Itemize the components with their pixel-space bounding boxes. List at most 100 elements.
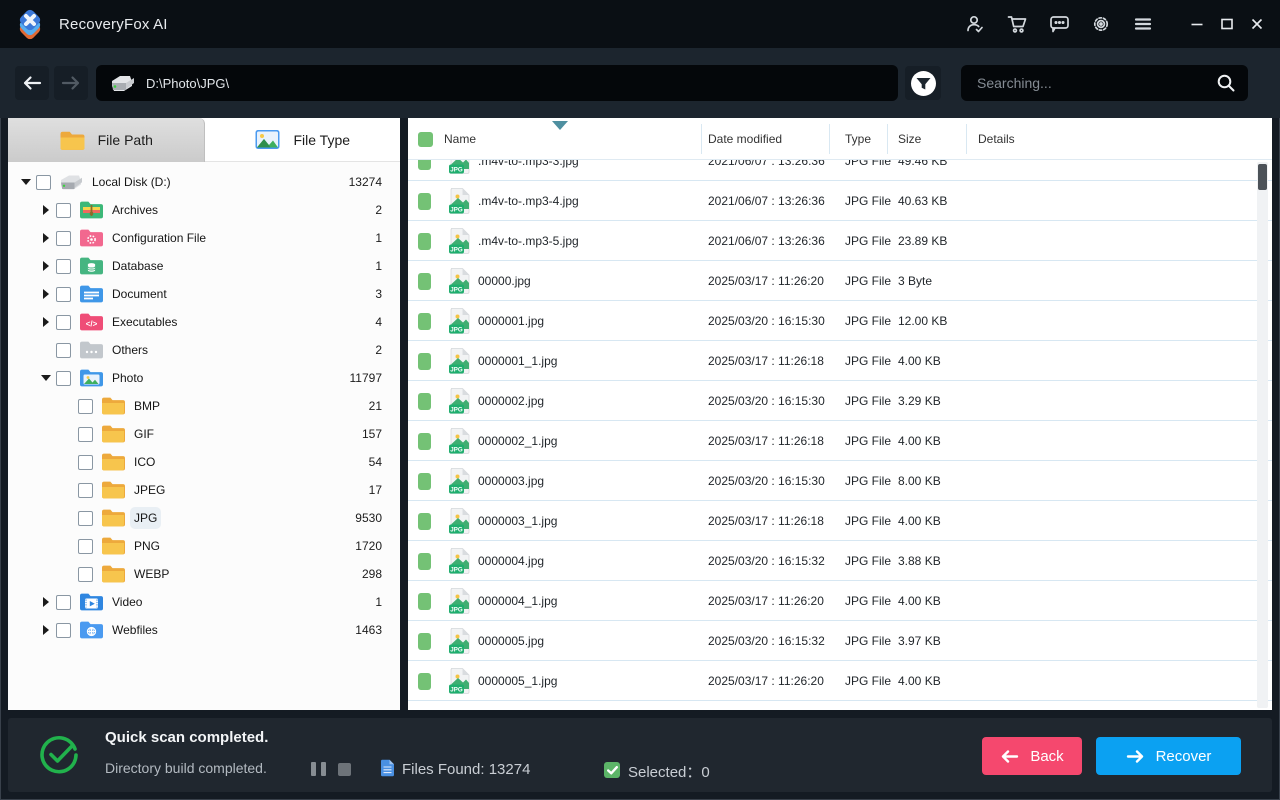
file-row[interactable]: JPG .m4v-to-.mp3-5.jpg 2021/06/07 : 13:2… bbox=[408, 221, 1272, 261]
expand-arrow-icon[interactable] bbox=[43, 205, 49, 215]
scrollbar-thumb[interactable] bbox=[1258, 164, 1267, 190]
file-row[interactable]: JPG 0000001.jpg 2025/03/20 : 16:15:30 JP… bbox=[408, 301, 1272, 341]
select-all-checkbox[interactable] bbox=[418, 132, 433, 147]
tree-item[interactable]: Configuration File 1 bbox=[8, 224, 400, 252]
tree-checkbox[interactable] bbox=[78, 426, 93, 442]
tree-checkbox[interactable] bbox=[78, 566, 93, 582]
row-checkbox[interactable] bbox=[418, 553, 431, 570]
tree-item[interactable]: Local Disk (D:) 13274 bbox=[8, 168, 400, 196]
row-checkbox[interactable] bbox=[418, 193, 431, 210]
minimize-button[interactable] bbox=[1182, 7, 1212, 41]
file-row[interactable]: JPG 0000004_1.jpg 2025/03/17 : 11:26:20 … bbox=[408, 581, 1272, 621]
expand-arrow-icon[interactable] bbox=[43, 625, 49, 635]
tree-checkbox[interactable] bbox=[78, 398, 93, 414]
tree-item[interactable]: JPEG 17 bbox=[8, 476, 400, 504]
recover-button[interactable]: Recover bbox=[1096, 737, 1241, 775]
tree-item[interactable]: Photo 11797 bbox=[8, 364, 400, 392]
maximize-button[interactable] bbox=[1212, 7, 1242, 41]
row-checkbox[interactable] bbox=[418, 673, 431, 690]
scrollbar[interactable] bbox=[1257, 162, 1268, 708]
tree-item[interactable]: BMP 21 bbox=[8, 392, 400, 420]
tree-checkbox[interactable] bbox=[56, 230, 71, 246]
tree-checkbox[interactable] bbox=[78, 538, 93, 554]
tree-item[interactable]: JPG 9530 bbox=[8, 504, 400, 532]
tree-checkbox[interactable] bbox=[56, 370, 71, 386]
tree-item[interactable]: Others 2 bbox=[8, 336, 400, 364]
column-header-size[interactable]: Size bbox=[898, 118, 921, 160]
tree-item[interactable]: GIF 157 bbox=[8, 420, 400, 448]
tree-item[interactable]: PNG 1720 bbox=[8, 532, 400, 560]
expand-arrow-icon[interactable] bbox=[43, 261, 49, 271]
path-input[interactable]: D:\Photo\JPG\ bbox=[96, 65, 898, 101]
search-input[interactable] bbox=[961, 75, 1216, 91]
tree-item[interactable]: Document 3 bbox=[8, 280, 400, 308]
column-header-date[interactable]: Date modified bbox=[708, 118, 782, 160]
tree-checkbox[interactable] bbox=[56, 286, 71, 302]
file-row[interactable]: JPG 0000003_1.jpg 2025/03/17 : 11:26:18 … bbox=[408, 501, 1272, 541]
tree-item[interactable]: Video 1 bbox=[8, 588, 400, 616]
forward-nav-button[interactable] bbox=[54, 66, 88, 100]
file-row[interactable]: JPG 0000001_1.jpg 2025/03/17 : 11:26:18 … bbox=[408, 341, 1272, 381]
row-checkbox[interactable] bbox=[418, 313, 431, 330]
menu-icon[interactable] bbox=[1122, 7, 1164, 41]
row-checkbox[interactable] bbox=[418, 393, 431, 410]
row-checkbox[interactable] bbox=[418, 353, 431, 370]
row-checkbox[interactable] bbox=[418, 473, 431, 490]
row-checkbox[interactable] bbox=[418, 273, 431, 290]
jpg-file-icon: JPG bbox=[448, 667, 472, 700]
tree-item[interactable]: Database 1 bbox=[8, 252, 400, 280]
row-checkbox[interactable] bbox=[418, 593, 431, 610]
row-checkbox[interactable] bbox=[418, 433, 431, 450]
file-row[interactable]: JPG 0000005_1.jpg 2025/03/17 : 11:26:20 … bbox=[408, 661, 1272, 701]
expand-arrow-icon[interactable] bbox=[43, 289, 49, 299]
expand-arrow-icon[interactable] bbox=[41, 375, 51, 381]
account-icon[interactable] bbox=[954, 7, 996, 41]
gear-icon[interactable] bbox=[1080, 7, 1122, 41]
file-row[interactable]: JPG 0000004.jpg 2025/03/20 : 16:15:32 JP… bbox=[408, 541, 1272, 581]
tree-checkbox[interactable] bbox=[56, 622, 71, 638]
column-header-details[interactable]: Details bbox=[978, 118, 1015, 160]
tree-item[interactable]: WEBP 298 bbox=[8, 560, 400, 588]
tree-item[interactable]: </> Executables 4 bbox=[8, 308, 400, 336]
stop-icon[interactable] bbox=[338, 763, 351, 776]
file-row[interactable]: JPG 00000.jpg 2025/03/17 : 11:26:20 JPG … bbox=[408, 261, 1272, 301]
chat-icon[interactable] bbox=[1038, 7, 1080, 41]
tree-checkbox[interactable] bbox=[56, 258, 71, 274]
tree-item[interactable]: Webfiles 1463 bbox=[8, 616, 400, 644]
tree-checkbox[interactable] bbox=[78, 482, 93, 498]
file-row[interactable]: JPG 0000002.jpg 2025/03/20 : 16:15:30 JP… bbox=[408, 381, 1272, 421]
row-checkbox[interactable] bbox=[418, 513, 431, 530]
back-nav-button[interactable] bbox=[15, 66, 49, 100]
tree-checkbox[interactable] bbox=[56, 342, 71, 358]
file-row[interactable]: JPG 0000003.jpg 2025/03/20 : 16:15:30 JP… bbox=[408, 461, 1272, 501]
row-checkbox[interactable] bbox=[418, 233, 431, 250]
tree-item[interactable]: Archives 2 bbox=[8, 196, 400, 224]
back-button[interactable]: Back bbox=[982, 737, 1082, 775]
tab-file-path[interactable]: File Path bbox=[8, 118, 205, 162]
cart-icon[interactable] bbox=[996, 7, 1038, 41]
expand-arrow-icon[interactable] bbox=[43, 317, 49, 327]
tree-item[interactable]: ICO 54 bbox=[8, 448, 400, 476]
close-button[interactable] bbox=[1242, 7, 1272, 41]
expand-arrow-icon[interactable] bbox=[21, 179, 31, 185]
tree-checkbox[interactable] bbox=[36, 174, 51, 190]
tree-checkbox[interactable] bbox=[56, 314, 71, 330]
search-icon[interactable] bbox=[1216, 73, 1236, 93]
pause-icon[interactable] bbox=[311, 762, 326, 776]
filter-button[interactable] bbox=[905, 66, 941, 100]
row-checkbox[interactable] bbox=[418, 160, 431, 170]
file-row[interactable]: JPG .m4v-to-.mp3-4.jpg 2021/06/07 : 13:2… bbox=[408, 181, 1272, 221]
tab-file-type[interactable]: File Type bbox=[204, 118, 400, 162]
tree-checkbox[interactable] bbox=[56, 202, 71, 218]
row-checkbox[interactable] bbox=[418, 633, 431, 650]
file-row[interactable]: JPG 0000002_1.jpg 2025/03/17 : 11:26:18 … bbox=[408, 421, 1272, 461]
column-header-name[interactable]: Name bbox=[444, 118, 476, 160]
column-header-type[interactable]: Type bbox=[845, 118, 871, 160]
tree-checkbox[interactable] bbox=[56, 594, 71, 610]
expand-arrow-icon[interactable] bbox=[43, 233, 49, 243]
file-row[interactable]: JPG 0000005.jpg 2025/03/20 : 16:15:32 JP… bbox=[408, 621, 1272, 661]
file-row[interactable]: JPG .m4v-to-.mp3-3.jpg 2021/06/07 : 13:2… bbox=[408, 160, 1272, 181]
tree-checkbox[interactable] bbox=[78, 454, 93, 470]
expand-arrow-icon[interactable] bbox=[43, 597, 49, 607]
tree-checkbox[interactable] bbox=[78, 510, 93, 526]
